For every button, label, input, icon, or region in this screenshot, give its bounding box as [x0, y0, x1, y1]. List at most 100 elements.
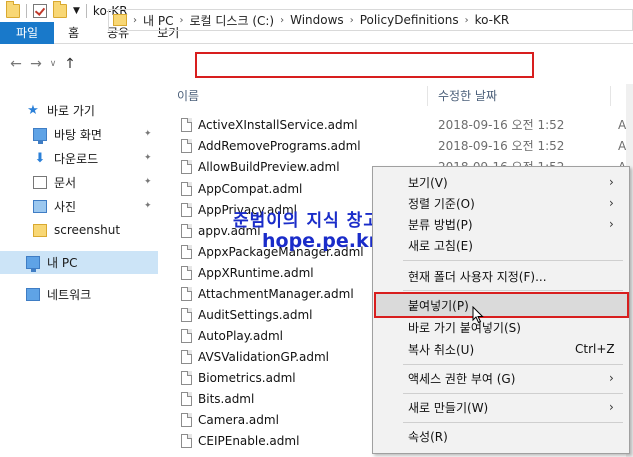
- menu-item-group-by[interactable]: 분류 방법(P) ›: [373, 213, 629, 235]
- breadcrumb-local-disk[interactable]: 로컬 디스크 (C:): [189, 12, 274, 29]
- nav-item-pictures[interactable]: 사진 ✦: [0, 195, 158, 217]
- back-arrow-icon[interactable]: ←: [6, 54, 26, 74]
- file-icon: [181, 117, 192, 132]
- watermark-text: 준범이의 지식 창고..: [233, 211, 395, 231]
- watermark-url: hope.pe.kr: [262, 230, 378, 252]
- file-name: AppCompat.adml: [198, 181, 303, 196]
- breadcrumb-windows[interactable]: Windows: [290, 13, 344, 27]
- file-icon: [181, 307, 192, 322]
- tab-home[interactable]: 홈: [54, 22, 93, 44]
- chevron-right-icon: ›: [609, 400, 614, 414]
- nav-item-screenshut[interactable]: screenshut: [0, 219, 158, 241]
- chevron-right-icon: ›: [609, 217, 614, 231]
- file-icon: [181, 265, 192, 280]
- menu-item-view[interactable]: 보기(V) ›: [373, 171, 629, 193]
- column-header-name[interactable]: 이름: [177, 84, 199, 108]
- pin-icon[interactable]: ✦: [144, 153, 152, 163]
- nav-item-quick-access[interactable]: ★ 바로 가기: [0, 99, 158, 121]
- nav-item-network[interactable]: 네트워크: [0, 283, 158, 305]
- nav-item-label: 문서: [54, 175, 77, 190]
- star-icon: ★: [27, 102, 39, 118]
- breadcrumb-ko-kr[interactable]: ko-KR: [475, 13, 510, 27]
- menu-item-label: 바로 가기 붙여넣기(S): [408, 320, 521, 335]
- download-icon: ⬇: [34, 150, 46, 166]
- chevron-right-icon: ›: [609, 196, 614, 210]
- file-name: AttachmentManager.adml: [198, 286, 354, 301]
- chevron-down-icon[interactable]: ∨: [46, 54, 60, 74]
- menu-item-label: 정렬 기준(O): [408, 196, 475, 211]
- nav-item-label: 바로 가기: [47, 103, 95, 118]
- chevron-right-icon[interactable]: ›: [465, 15, 469, 26]
- file-icon: [181, 349, 192, 364]
- file-date: 2018-09-16 오전 1:52: [438, 118, 565, 132]
- menu-divider: [403, 422, 623, 423]
- tab-file[interactable]: 파일: [0, 22, 55, 44]
- menu-item-new[interactable]: 새로 만들기(W) ›: [373, 396, 629, 418]
- menu-item-shortcut: Ctrl+Z: [575, 342, 615, 356]
- file-icon: [181, 391, 192, 406]
- folder-icon: [33, 223, 47, 237]
- menu-item-customize-folder[interactable]: 현재 폴더 사용자 지정(F)...: [373, 265, 629, 287]
- properties-icon[interactable]: [33, 4, 47, 18]
- menu-item-label: 현재 폴더 사용자 지정(F)...: [408, 269, 547, 284]
- pin-icon[interactable]: ✦: [144, 177, 152, 187]
- column-divider[interactable]: [610, 86, 611, 106]
- column-divider[interactable]: [427, 86, 428, 106]
- file-icon: [181, 412, 192, 427]
- navigation-pane: ★ 바로 가기 바탕 화면 ✦ ⬇ 다운로드 ✦ 문서 ✦ 사진 ✦ scree…: [0, 84, 158, 457]
- file-icon: [181, 223, 192, 238]
- new-folder-icon[interactable]: [53, 1, 67, 18]
- menu-item-label: 복사 취소(U): [408, 342, 475, 357]
- menu-item-refresh[interactable]: 새로 고침(E): [373, 234, 629, 256]
- divider: [26, 4, 27, 18]
- file-name: AutoPlay.adml: [198, 328, 283, 343]
- nav-item-downloads[interactable]: ⬇ 다운로드 ✦: [0, 147, 158, 169]
- folder-icon: [6, 1, 20, 18]
- file-row[interactable]: ActiveXInstallService.adml 2018-09-16 오전…: [165, 114, 633, 135]
- pictures-icon: [33, 199, 47, 213]
- file-icon: [181, 433, 192, 448]
- file-icon: [181, 328, 192, 343]
- pin-icon[interactable]: ✦: [144, 201, 152, 211]
- address-bar[interactable]: › 내 PC › 로컬 디스크 (C:) › Windows › PolicyD…: [108, 9, 633, 31]
- column-header-date[interactable]: 수정한 날짜: [438, 84, 497, 108]
- chevron-down-icon[interactable]: ▼: [73, 6, 80, 16]
- menu-item-label: 속성(R): [408, 429, 448, 444]
- breadcrumb-this-pc[interactable]: 내 PC: [143, 12, 173, 29]
- file-name: AddRemovePrograms.adml: [198, 138, 361, 153]
- menu-item-sort-by[interactable]: 정렬 기준(O) ›: [373, 192, 629, 214]
- file-name: Bits.adml: [198, 391, 255, 406]
- file-icon: [181, 181, 192, 196]
- up-arrow-icon[interactable]: ↑: [60, 54, 80, 74]
- file-row[interactable]: AddRemovePrograms.adml 2018-09-16 오전 1:5…: [165, 135, 633, 156]
- forward-arrow-icon[interactable]: →: [26, 54, 46, 74]
- menu-item-give-access[interactable]: 액세스 권한 부여 (G) ›: [373, 367, 629, 389]
- nav-item-this-pc[interactable]: 내 PC: [0, 251, 158, 274]
- menu-item-label: 액세스 권한 부여 (G): [408, 371, 516, 386]
- breadcrumb-policydefinitions[interactable]: PolicyDefinitions: [360, 13, 459, 27]
- menu-item-paste-shortcut[interactable]: 바로 가기 붙여넣기(S): [373, 316, 629, 338]
- chevron-right-icon[interactable]: ›: [280, 15, 284, 26]
- menu-item-properties[interactable]: 속성(R): [373, 425, 629, 447]
- menu-divider: [403, 364, 623, 365]
- menu-divider: [403, 393, 623, 394]
- file-icon: [181, 202, 192, 217]
- address-highlight-box: [195, 52, 534, 78]
- nav-item-desktop[interactable]: 바탕 화면 ✦: [0, 123, 158, 145]
- chevron-right-icon[interactable]: ›: [179, 15, 183, 26]
- file-name: AllowBuildPreview.adml: [198, 159, 340, 174]
- file-icon: [181, 159, 192, 174]
- chevron-right-icon[interactable]: ›: [350, 15, 354, 26]
- menu-item-undo-copy[interactable]: 복사 취소(U) Ctrl+Z: [373, 338, 629, 360]
- network-icon: [26, 287, 40, 301]
- nav-item-label: 사진: [54, 199, 77, 214]
- nav-item-label: 내 PC: [47, 256, 78, 270]
- file-name: AuditSettings.adml: [198, 307, 313, 322]
- menu-divider: [403, 260, 623, 261]
- menu-item-label: 새로 만들기(W): [408, 400, 489, 415]
- pin-icon[interactable]: ✦: [144, 129, 152, 139]
- file-icon: [181, 370, 192, 385]
- nav-item-documents[interactable]: 문서 ✦: [0, 171, 158, 193]
- mouse-cursor-icon: [472, 306, 484, 324]
- menu-divider: [403, 290, 623, 291]
